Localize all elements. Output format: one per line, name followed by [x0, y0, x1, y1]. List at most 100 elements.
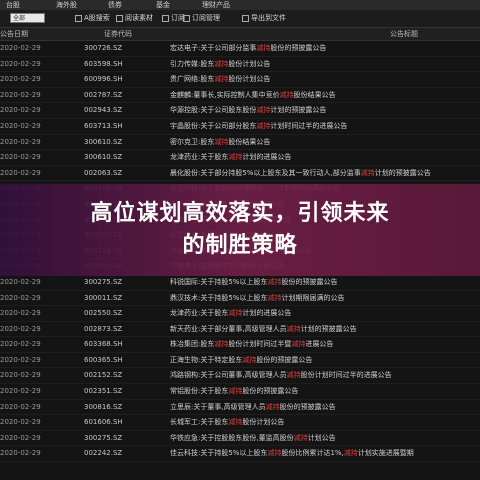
- cell-title[interactable]: 新天药业:关于部分董事,高级管理人员减持计划的预披露公告: [170, 322, 480, 337]
- nav-item[interactable]: 基金: [156, 0, 170, 10]
- export-button[interactable]: 导出到文件: [242, 12, 286, 24]
- overlay-banner: 高位谋划高效落实，引领未来 的制胜策略: [0, 184, 480, 276]
- title-highlight: 减持: [286, 371, 301, 380]
- cell-title[interactable]: 佳云科技:关于持股5%以上股东减持股份比例累计达1%,减持计划实施进展暨期: [170, 446, 480, 461]
- bell-icon: [183, 14, 190, 22]
- title-highlight: 减持: [242, 355, 257, 364]
- cell-date: 2020-02-29: [0, 44, 41, 52]
- table-row[interactable]: 2020-02-29 002063.SZ 晨化股份:关于部分持股5%以上股东及其一致…: [0, 166, 480, 182]
- table-row[interactable]: 2020-02-29 603713.SH 宇晶股份:关于公司部分股东减持计划时间过半…: [0, 119, 480, 135]
- cell-title[interactable]: 引力传媒:股东减持股份计划公告: [170, 57, 480, 72]
- nav-item[interactable]: 海外股: [56, 0, 77, 10]
- cell-title[interactable]: 金麒麟:董事长,实际控制人集中竞价减持股份结果公告: [170, 88, 480, 103]
- nav-item[interactable]: 台股: [6, 0, 20, 10]
- cell-title[interactable]: 宏达电子:关于公司部分监事减持股份的预披露公告: [170, 41, 480, 56]
- cell-title[interactable]: 宇晶股份:关于公司部分股东减持计划时间过半的进展公告: [170, 119, 480, 134]
- cell-title[interactable]: 株冶集团:股东减持股份计划时间过半暨减持进展公告: [170, 337, 480, 352]
- table-row[interactable]: 2020-02-29 600365.SH 正海生物:关于特定股东减持股份的预披露公告: [0, 353, 480, 369]
- table-row[interactable]: 2020-02-29 300816.SZ 立思辰:关于董事,高级管理人员减持股份的预…: [0, 400, 480, 416]
- nav-item[interactable]: 债券: [108, 0, 122, 10]
- title-highlight: 减持: [265, 402, 280, 411]
- header-title[interactable]: 公告标题: [390, 28, 418, 40]
- subscribe-button[interactable]: 订阅: [162, 12, 185, 24]
- cell-code: 600996.SH: [84, 75, 123, 84]
- nav-item[interactable]: 理财产品: [202, 0, 230, 10]
- title-text: 计划的进展公告: [242, 153, 292, 162]
- search-icon: [75, 14, 82, 22]
- cell-code: 300816.SZ: [84, 402, 123, 411]
- cell-date: 2020-02-29: [0, 402, 41, 411]
- cell-date: 2020-02-29: [0, 449, 41, 458]
- filter-select[interactable]: 全部: [10, 13, 45, 23]
- cell-title[interactable]: 鸿路钢构:关于公司董事,高级管理人员减持股份计划时间过半的进展公告: [170, 368, 480, 383]
- table-row[interactable]: 2020-02-29 300610.SZ 龙津药业:关于股东减持计划的进展公告: [0, 150, 480, 166]
- table-row[interactable]: 2020-02-29 600996.SH 贵广网络:股东减持股份计划公告: [0, 72, 480, 88]
- cell-title[interactable]: 正海生物:关于特定股东减持股份的预披露公告: [170, 353, 480, 368]
- read-material-button[interactable]: 阅读素材: [116, 12, 153, 24]
- title-text: 计划时间过半的进展公告: [270, 121, 348, 130]
- cell-title[interactable]: 贵广网络:股东减持股份计划公告: [170, 72, 480, 87]
- title-text: 宏达电子:关于公司部分监事: [170, 44, 257, 52]
- title-highlight: 减持: [267, 449, 282, 458]
- title-text: 股份的预披露公告: [242, 387, 299, 396]
- title-text: 股份计划时间过半暨: [228, 340, 292, 349]
- cell-date: 2020-02-29: [0, 433, 41, 442]
- title-text: 计划的预披露公告: [300, 324, 357, 333]
- title-text: 立思辰:关于董事,高级管理人员: [170, 402, 266, 411]
- cell-code: 002873.SZ: [84, 324, 123, 333]
- title-highlight: 减持: [256, 121, 271, 130]
- table-row[interactable]: 2020-02-29 002550.SZ 龙津药业:关于股东减持计划的进展公告: [0, 306, 480, 322]
- export-icon: [242, 14, 249, 22]
- title-text: 股份比例累计达1%,: [281, 449, 344, 458]
- cell-title[interactable]: 华铁应急:关于控股股东股份,董监高股份减持计划公告: [170, 431, 480, 446]
- cell-title[interactable]: 常铝股份:关于股东减持股份的预披露公告: [170, 384, 480, 399]
- title-text: 鸿路钢构:关于公司董事,高级管理人员: [170, 371, 287, 380]
- export-label: 导出到文件: [251, 14, 286, 22]
- title-highlight: 减持: [228, 387, 243, 396]
- table-row[interactable]: 2020-02-29 300275.SZ 华铁应急:关于控股股东股份,董监高股份减持…: [0, 431, 480, 447]
- cell-date: 2020-02-29: [0, 168, 41, 177]
- top-navigation: 台股 海外股 债券 基金 理财产品: [0, 0, 480, 10]
- table-row[interactable]: 2020-02-29 300011.SZ 鼎汉技术:关于持股5%以上股东减持计划期限…: [0, 291, 480, 307]
- table-row[interactable]: 2020-02-29 002152.SZ 鸿路钢构:关于公司董事,高级管理人员减持股…: [0, 368, 480, 385]
- title-text: 股份结果公告: [228, 137, 271, 146]
- table-row[interactable]: 2020-02-29 300610.SZ 密尔克卫:股东减持股份结果公告: [0, 135, 480, 151]
- table-row[interactable]: 2020-02-29 601606.SH 长城军工:关于股东减持股份计划公告: [0, 415, 480, 431]
- table-row[interactable]: 2020-02-29 603598.SH 引力传媒:股东减持股份计划公告: [0, 57, 480, 73]
- cell-title[interactable]: 华源控股:关于公司股东股份减持计划的预披露公告: [170, 103, 480, 118]
- table-row[interactable]: 2020-02-29 002242.SZ 佳云科技:关于持股5%以上股东减持股份比例…: [0, 446, 480, 463]
- link-icon: [162, 14, 169, 22]
- cell-code: 603368.SH: [84, 340, 123, 349]
- table-row[interactable]: 2020-02-29 300275.SZ 科锐国际:关于持股5%以上股东减持股份的预…: [0, 275, 480, 291]
- cell-title[interactable]: 长城军工:关于股东减持股份计划公告: [170, 415, 480, 430]
- title-text: 常铝股份:关于股东: [170, 387, 229, 396]
- cell-title[interactable]: 鼎汉技术:关于持股5%以上股东减持计划期限届满的公告: [170, 291, 480, 306]
- cell-date: 2020-02-29: [0, 90, 41, 99]
- cell-title[interactable]: 龙津药业:关于股东减持计划的进展公告: [170, 306, 480, 321]
- cell-title[interactable]: 密尔克卫:股东减持股份结果公告: [170, 135, 480, 150]
- cell-title[interactable]: 晨化股份:关于部分持股5%以上股东及其一致行动人,部分监事减持计划的预披露公告: [170, 166, 480, 181]
- read-material-label: 阅读素材: [125, 14, 153, 22]
- cell-title[interactable]: 科锐国际:关于持股5%以上股东减持股份的预披露公告: [170, 275, 480, 290]
- title-highlight: 减持: [293, 433, 308, 442]
- table-header: 公告日期 证券代码 公告标题: [0, 28, 480, 41]
- header-date[interactable]: 公告日期: [0, 28, 28, 40]
- search-button[interactable]: A股搜索: [75, 12, 110, 24]
- table-row[interactable]: 2020-02-29 002787.SZ 金麒麟:董事长,实际控制人集中竞价减持股份…: [0, 88, 480, 104]
- title-highlight: 减持: [267, 277, 282, 286]
- table-row[interactable]: 2020-02-29 603368.SH 株冶集团:股东减持股份计划时间过半暨减持进…: [0, 337, 480, 353]
- table-row[interactable]: 2020-02-29 300726.SZ 宏达电子:关于公司部分监事减持股份的预披露…: [0, 41, 480, 57]
- cell-title[interactable]: 龙津药业:关于股东减持计划的进展公告: [170, 150, 480, 165]
- title-text: 计划实施进展暨期: [357, 449, 414, 458]
- title-highlight: 减持: [214, 340, 229, 349]
- title-text: 金麒麟:董事长,实际控制人集中竞价: [170, 90, 280, 99]
- subscription-manage-button[interactable]: 订阅管理: [183, 12, 220, 24]
- banner-line-1: 高位谋划高效落实，引领未来: [90, 201, 390, 226]
- header-code[interactable]: 证券代码: [104, 28, 132, 40]
- table-row[interactable]: 2020-02-29 002351.SZ 常铝股份:关于股东减持股份的预披露公告: [0, 384, 480, 400]
- table-row[interactable]: 2020-02-29 002873.SZ 新天药业:关于部分董事,高级管理人员减持计…: [0, 322, 480, 338]
- cell-date: 2020-02-29: [0, 277, 41, 286]
- table-row[interactable]: 2020-02-29 002943.SZ 华源控股:关于公司股东股份减持计划的预披露…: [0, 103, 480, 119]
- title-highlight: 减持: [228, 153, 243, 162]
- cell-title[interactable]: 立思辰:关于董事,高级管理人员减持股份的预披露公告: [170, 400, 480, 415]
